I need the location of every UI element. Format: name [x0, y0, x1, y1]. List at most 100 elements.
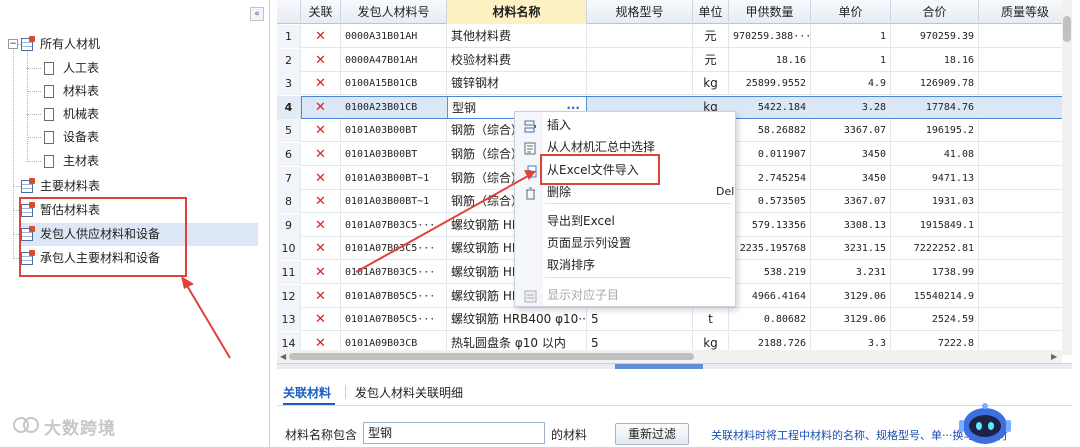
relation-cell[interactable]: ✕ — [301, 143, 341, 166]
table-cell[interactable]: 58.26882 — [729, 119, 811, 143]
tab-related-materials[interactable]: 关联材料 — [283, 384, 331, 401]
scroll-left-icon[interactable]: ◀ — [280, 350, 286, 363]
table-cell[interactable]: 9 — [277, 213, 301, 237]
unlink-x-icon[interactable]: ✕ — [315, 194, 326, 209]
panel-splitter[interactable] — [277, 363, 1072, 369]
table-cell[interactable]: 0000A47B01AH — [341, 48, 447, 72]
table-cell[interactable]: 13 — [277, 308, 301, 332]
column-header[interactable]: 关联 — [301, 0, 341, 24]
table-cell[interactable]: 2524.59 — [891, 308, 979, 332]
relation-cell[interactable]: ✕ — [301, 166, 341, 190]
table-cell[interactable]: 3129.06 — [811, 308, 891, 332]
table-cell[interactable]: 18.16 — [891, 48, 979, 72]
table-cell[interactable] — [979, 213, 1072, 237]
table-cell[interactable]: 196195.2 — [891, 119, 979, 143]
table-cell[interactable]: 7222252.81 — [891, 237, 979, 261]
table-cell[interactable]: 3367.07 — [811, 190, 891, 214]
unlink-x-icon[interactable]: ✕ — [315, 218, 326, 233]
table-cell[interactable]: 3231.15 — [811, 237, 891, 261]
column-header[interactable]: 材料名称 — [447, 0, 587, 24]
column-header[interactable]: 单价 — [811, 0, 891, 24]
table-cell[interactable]: 0101A07B05C5··· — [341, 308, 447, 332]
table-cell[interactable]: 1 — [811, 48, 891, 72]
relation-cell[interactable]: ✕ — [301, 119, 341, 143]
table-cell[interactable] — [979, 72, 1072, 96]
table-cell[interactable] — [979, 48, 1072, 72]
relation-cell[interactable]: ✕ — [301, 48, 341, 72]
table-cell[interactable]: 3450 — [811, 143, 891, 166]
vertical-scrollbar[interactable] — [1062, 0, 1072, 355]
column-header[interactable]: 发包人材料号 — [341, 0, 447, 24]
menu-item[interactable]: 导出到Excel — [515, 210, 735, 232]
table-row[interactable]: 13 ✕ 0101A07B05C5··· 螺纹钢筋 HRB400 φ10··· 5 t 0.… — [277, 308, 1072, 332]
table-cell[interactable]: 2 — [277, 48, 301, 72]
table-cell[interactable]: 10 — [277, 237, 301, 261]
horizontal-scrollbar[interactable]: ◀ ▶ — [277, 350, 1062, 363]
table-cell[interactable]: 5 — [277, 119, 301, 143]
table-cell[interactable]: 1915849.1 — [891, 213, 979, 237]
table-cell[interactable]: 4966.4164 — [729, 284, 811, 308]
table-cell[interactable]: 3129.06 — [811, 284, 891, 308]
table-cell[interactable]: 15540214.9 — [891, 284, 979, 308]
unlink-x-icon[interactable]: ✕ — [315, 241, 326, 256]
table-cell[interactable]: 0101A07B03C5··· — [341, 213, 447, 237]
table-cell[interactable]: 镀锌钢材 — [447, 72, 587, 96]
column-header[interactable]: 规格型号 — [587, 0, 693, 24]
table-cell[interactable]: 0100A15B01CB — [341, 72, 447, 96]
table-cell[interactable]: 校验材料费 — [447, 48, 587, 72]
unlink-x-icon[interactable]: ✕ — [315, 336, 326, 351]
relation-cell[interactable]: ✕ — [301, 284, 341, 308]
table-cell[interactable] — [979, 308, 1072, 332]
menu-item[interactable]: 插入 — [515, 114, 735, 136]
table-cell[interactable]: 0101A07B03C5··· — [341, 237, 447, 261]
relation-cell[interactable]: ✕ — [301, 308, 341, 332]
unlink-x-icon[interactable]: ✕ — [315, 312, 326, 327]
table-cell[interactable]: 4.9 — [811, 72, 891, 96]
table-cell[interactable]: 126909.78 — [891, 72, 979, 96]
material-name-filter-input[interactable]: 型钢 — [363, 422, 545, 444]
table-cell[interactable] — [979, 119, 1072, 143]
table-cell[interactable] — [979, 190, 1072, 214]
table-cell[interactable]: 0100A23B01CB — [341, 95, 447, 119]
column-header[interactable]: 单位 — [693, 0, 729, 24]
relation-cell[interactable]: ✕ — [301, 190, 341, 214]
table-cell[interactable] — [979, 284, 1072, 308]
unlink-x-icon[interactable]: ✕ — [315, 76, 326, 91]
table-cell[interactable]: 970259.39 — [891, 25, 979, 48]
table-cell[interactable]: 579.13356 — [729, 213, 811, 237]
assistant-robot-icon[interactable] — [957, 400, 1013, 446]
table-cell[interactable] — [979, 237, 1072, 261]
tab-owner-material-relation-detail[interactable]: 发包人材料关联明细 — [355, 384, 463, 401]
table-cell[interactable] — [979, 166, 1072, 190]
relation-cell[interactable]: ✕ — [301, 72, 341, 96]
table-cell[interactable]: 5422.184 — [729, 95, 811, 119]
collapse-panel-button[interactable]: « — [250, 7, 264, 21]
table-cell[interactable]: 41.08 — [891, 143, 979, 166]
table-cell[interactable]: 3.28 — [811, 95, 891, 119]
scroll-right-icon[interactable]: ▶ — [1051, 350, 1057, 363]
table-cell[interactable]: 17784.76 — [891, 95, 979, 119]
table-cell[interactable]: 9471.13 — [891, 166, 979, 190]
table-cell[interactable]: 538.219 — [729, 261, 811, 284]
unlink-x-icon[interactable]: ✕ — [315, 171, 326, 186]
splitter-grip[interactable] — [615, 364, 703, 369]
table-cell[interactable]: 5 — [587, 308, 693, 332]
table-cell[interactable] — [979, 95, 1072, 119]
column-header[interactable] — [277, 0, 301, 24]
table-cell[interactable]: 其他材料费 — [447, 25, 587, 48]
table-row[interactable]: 2 ✕ 0000A47B01AH 校验材料费 元 18.16 1 18.16 — [277, 48, 1072, 72]
table-cell[interactable]: 12 — [277, 284, 301, 308]
table-cell[interactable] — [587, 48, 693, 72]
table-cell[interactable]: 2.745254 — [729, 166, 811, 190]
table-cell[interactable]: 元 — [693, 48, 729, 72]
column-header[interactable]: 甲供数量 — [729, 0, 811, 24]
unlink-x-icon[interactable]: ✕ — [315, 53, 326, 68]
table-cell[interactable]: 0101A07B03C5··· — [341, 261, 447, 284]
table-cell[interactable]: 0101A03B00BT — [341, 119, 447, 143]
column-header[interactable]: 合价 — [891, 0, 979, 24]
table-row[interactable]: 3 ✕ 0100A15B01CB 镀锌钢材 kg 25899.9552 4.9 126909.… — [277, 72, 1072, 96]
table-cell[interactable] — [979, 261, 1072, 284]
unlink-x-icon[interactable]: ✕ — [315, 265, 326, 280]
unlink-x-icon[interactable]: ✕ — [315, 289, 326, 304]
table-row[interactable]: 1 ✕ 0000A31B01AH 其他材料费 元 970259.388··· 1 970259… — [277, 25, 1072, 48]
